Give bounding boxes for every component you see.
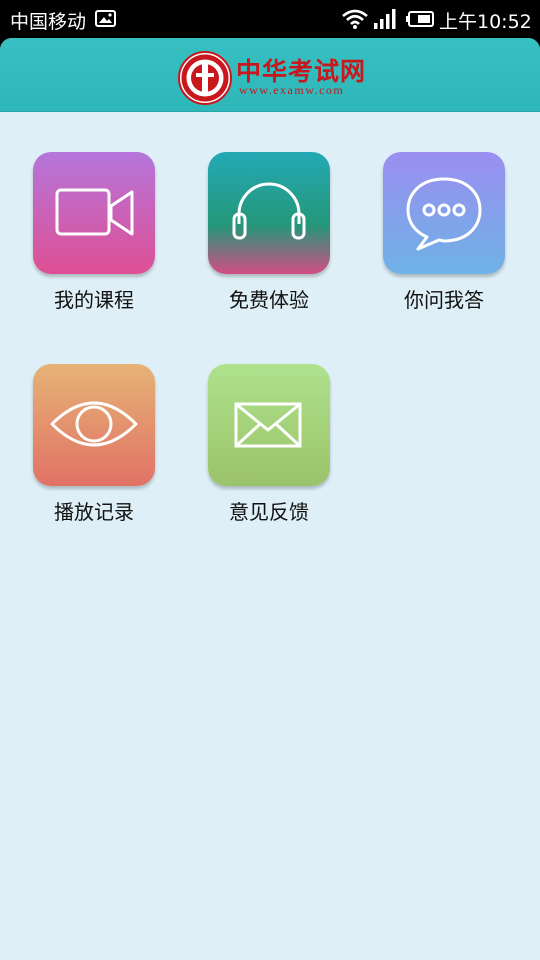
my-courses-tile[interactable] xyxy=(33,152,155,274)
app-window: 中华考试网 www.examw.com 我的课程 免费体验 你问我答 播放记录 … xyxy=(0,38,540,960)
menu-item-my-courses[interactable]: 我的课程 xyxy=(14,152,155,322)
chat-bubble-icon xyxy=(406,177,482,251)
menu-item-free-trial[interactable]: 免费体验 xyxy=(189,152,330,322)
battery-icon xyxy=(406,11,434,27)
app-header: 中华考试网 www.examw.com xyxy=(0,38,540,112)
cell-signal-icon xyxy=(374,9,396,29)
status-bar: 中国移动 上午10:52 xyxy=(0,0,540,38)
menu-item-qa[interactable]: 你问我答 xyxy=(364,152,505,322)
wifi-icon xyxy=(342,9,368,29)
envelope-icon xyxy=(234,402,302,448)
carrier-name: 中国移动 xyxy=(10,11,87,33)
clock: 上午10:52 xyxy=(439,11,532,33)
menu-item-label: 免费体验 xyxy=(229,288,309,312)
free-trial-tile[interactable] xyxy=(208,152,330,274)
qa-tile[interactable] xyxy=(383,152,505,274)
menu-item-feedback[interactable]: 意见反馈 xyxy=(189,364,330,534)
headphones-icon xyxy=(232,182,306,240)
eye-icon xyxy=(50,401,138,447)
video-camera-icon xyxy=(55,188,134,236)
menu-item-label: 我的课程 xyxy=(54,288,134,312)
gallery-notification-icon xyxy=(95,10,116,27)
menu-item-play-history[interactable]: 播放记录 xyxy=(14,364,155,534)
menu-item-label: 你问我答 xyxy=(404,288,484,312)
feedback-tile[interactable] xyxy=(208,364,330,486)
menu-item-label: 播放记录 xyxy=(54,500,134,524)
play-history-tile[interactable] xyxy=(33,364,155,486)
menu-item-label: 意见反馈 xyxy=(229,500,309,524)
logo-seal-icon xyxy=(178,51,232,105)
logo-url: www.examw.com xyxy=(239,83,345,97)
